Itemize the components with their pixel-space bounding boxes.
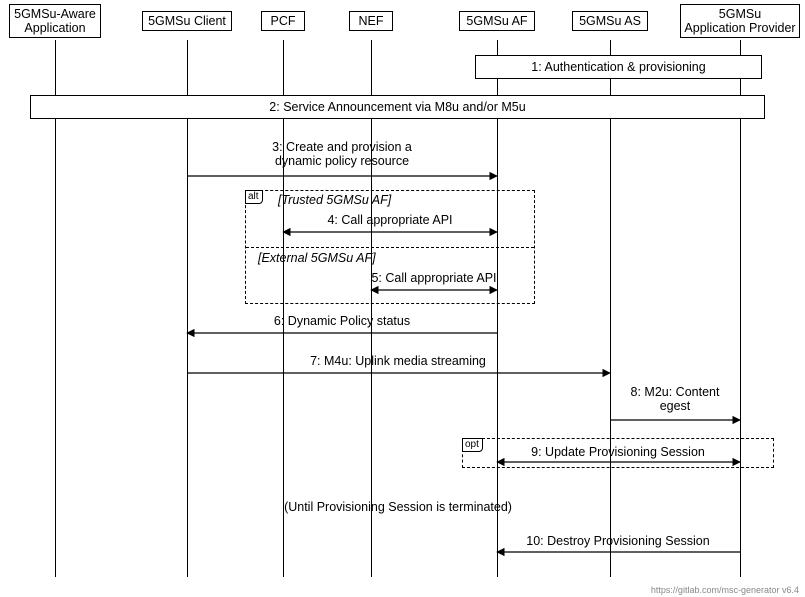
participant-label: 5GMSu AF [466, 14, 527, 28]
lifeline-as [610, 40, 611, 577]
lifeline-af [497, 40, 498, 577]
loop-note: (Until Provisioning Session is terminate… [284, 500, 512, 514]
alt-label: alt [245, 190, 263, 204]
msg8-label: 8: M2u: Contentegest [631, 385, 720, 413]
msg4-label: 4: Call appropriate API [327, 213, 452, 227]
msg2-label: 2: Service Announcement via M8u and/or M… [269, 100, 525, 114]
participant-label: 5GMSu AS [579, 14, 641, 28]
lifeline-app [55, 40, 56, 577]
msg9-label: 9: Update Provisioning Session [531, 445, 705, 459]
participant-label: PCF [271, 14, 296, 28]
participant-app: 5GMSu-AwareApplication [9, 4, 101, 38]
participant-label: NEF [359, 14, 384, 28]
lifeline-pcf [283, 40, 284, 577]
participant-label: 5GMSuApplication Provider [684, 7, 795, 35]
msg5-label: 5: Call appropriate API [371, 271, 496, 285]
msg6-label: 6: Dynamic Policy status [274, 314, 410, 328]
alt-divider [246, 247, 534, 248]
participant-label: 5GMSu Client [148, 14, 226, 28]
sequence-diagram: 5GMSu-AwareApplication 5GMSu Client PCF … [0, 0, 805, 597]
participant-af: 5GMSu AF [459, 11, 535, 31]
lifeline-client [187, 40, 188, 577]
msg1-label: 1: Authentication & provisioning [531, 60, 705, 74]
participant-pcf: PCF [261, 11, 305, 31]
participant-as: 5GMSu AS [572, 11, 648, 31]
lifeline-provider [740, 40, 741, 577]
participant-provider: 5GMSuApplication Provider [680, 4, 800, 38]
participant-client: 5GMSu Client [142, 11, 232, 31]
msg7-label: 7: M4u: Uplink media streaming [310, 354, 486, 368]
lifeline-nef [371, 40, 372, 577]
generator-credit: https://gitlab.com/msc-generator v6.4 [651, 585, 799, 595]
alt-guard2: [External 5GMSu AF] [258, 251, 376, 265]
opt-label: opt [462, 438, 483, 452]
msg3-label: 3: Create and provision adynamic policy … [272, 140, 412, 168]
msg10-label: 10: Destroy Provisioning Session [526, 534, 709, 548]
participant-nef: NEF [349, 11, 393, 31]
msg2-box: 2: Service Announcement via M8u and/or M… [30, 95, 765, 119]
msg1-box: 1: Authentication & provisioning [475, 55, 762, 79]
alt-guard1: [Trusted 5GMSu AF] [278, 193, 391, 207]
participant-label: 5GMSu-AwareApplication [14, 7, 96, 35]
alt-fragment: alt [Trusted 5GMSu AF] [External 5GMSu A… [245, 190, 535, 304]
